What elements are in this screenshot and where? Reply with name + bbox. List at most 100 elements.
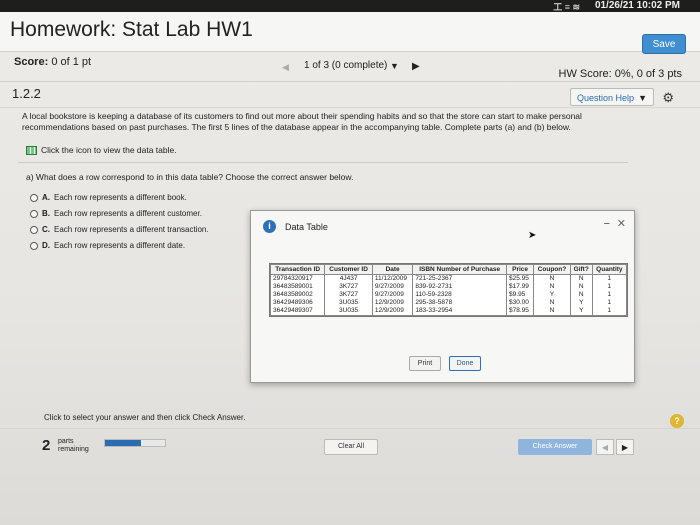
system-clock: 01/26/21 10:02 PM xyxy=(594,0,680,11)
table-row: 36483589002 3K727 9/27/2009 110-59-2328 … xyxy=(269,291,628,299)
column-header: Gift? xyxy=(569,264,593,275)
table-cell: 12/9/2009 xyxy=(371,299,414,307)
table-cell: 36483589001 xyxy=(269,283,326,291)
info-icon: i xyxy=(263,220,276,233)
progress-fill xyxy=(105,440,141,446)
parts-remaining-count: 2 xyxy=(42,437,51,454)
table-cell: 721-25-2367 xyxy=(412,274,508,283)
table-cell: 29784320917 xyxy=(269,274,326,283)
table-row: 29784320917 4J437 11/12/2009 721-25-2367… xyxy=(269,274,628,283)
table-icon[interactable] xyxy=(26,146,37,156)
question-number: 1.2.2 xyxy=(12,86,41,101)
table-cell: 36483589002 xyxy=(269,291,326,299)
parts-remaining-label: parts remaining xyxy=(58,438,89,454)
next-part-icon[interactable]: ▶ xyxy=(616,439,634,455)
column-header: Price xyxy=(506,264,535,275)
view-table-text: Click the icon to view the data table. xyxy=(41,145,177,155)
column-header: Quantity xyxy=(591,264,628,275)
dialog-title: Data Table xyxy=(285,222,328,232)
answer-option-a[interactable]: A. Each row represents a different book. xyxy=(30,193,187,202)
table-cell: 4J437 xyxy=(324,274,373,283)
table-cell: 36429489306 xyxy=(269,299,326,307)
part-a-question: a) What does a row correspond to in this… xyxy=(26,172,354,182)
print-button[interactable]: Print xyxy=(409,356,441,371)
answer-option-d[interactable]: D. Each row represents a different date. xyxy=(30,241,185,250)
table-row: 36429489306 3U035 12/9/2009 295-38-5878 … xyxy=(269,299,628,307)
table-cell: N xyxy=(569,283,593,291)
table-cell: N xyxy=(569,274,593,283)
bottom-bar: 2 parts remaining Clear All Check Answer… xyxy=(0,428,700,468)
column-header: Transaction ID xyxy=(269,264,326,275)
option-letter: B. xyxy=(42,209,50,218)
score-bar: Score: 0 of 1 pt ◀ 1 of 3 (0 complete) ▼… xyxy=(0,52,700,82)
close-icon[interactable]: ✕ xyxy=(617,217,626,230)
question-help-label: Question Help xyxy=(577,93,635,103)
clear-all-button[interactable]: Clear All xyxy=(324,439,378,455)
table-cell: 3K727 xyxy=(324,291,373,299)
question-score: Score: 0 of 1 pt xyxy=(14,56,91,68)
answer-option-c[interactable]: C. Each row represents a different transa… xyxy=(30,225,209,234)
page-title: Homework: Stat Lab HW1 xyxy=(10,18,253,41)
column-header: Date xyxy=(371,264,414,275)
table-cell: 12/9/2009 xyxy=(371,307,414,316)
prev-question-icon[interactable]: ◀ xyxy=(282,62,289,73)
table-cell: $30.00 xyxy=(506,299,535,307)
check-answer-button[interactable]: Check Answer xyxy=(518,439,592,455)
column-header: Coupon? xyxy=(533,264,571,275)
option-text: Each row represents a different date. xyxy=(54,241,186,250)
radio-button[interactable] xyxy=(30,209,38,218)
gear-icon[interactable]: ⚙ xyxy=(662,90,674,106)
table-cell: 110-59-2328 xyxy=(412,291,508,299)
table-cell: Y xyxy=(569,299,593,307)
parts-label-line1: parts xyxy=(58,438,74,445)
table-cell: 1 xyxy=(591,291,628,299)
divider xyxy=(18,162,628,163)
option-letter: A. xyxy=(42,193,50,202)
option-text: Each row represents a different transact… xyxy=(54,225,209,234)
view-table-link[interactable]: Click the icon to view the data table. xyxy=(26,145,177,156)
table-cell: 36429489307 xyxy=(269,307,326,316)
radio-button[interactable] xyxy=(30,193,38,202)
problem-text: A local bookstore is keeping a database … xyxy=(22,111,582,132)
parts-progress-bar xyxy=(104,439,166,447)
radio-button[interactable] xyxy=(30,225,38,234)
table-cell: 1 xyxy=(591,283,628,291)
table-cell: 1 xyxy=(591,299,628,307)
table-cell: 183-33-2954 xyxy=(412,307,508,316)
instruction-text: Click to select your answer and then cli… xyxy=(44,413,246,422)
table-cell: $9.95 xyxy=(506,291,535,299)
table-cell: 9/27/2009 xyxy=(371,283,414,291)
table-cell: N xyxy=(569,291,593,299)
option-letter: C. xyxy=(42,225,50,234)
question-nav-count[interactable]: 1 of 3 (0 complete) xyxy=(304,60,387,71)
table-cell: 1 xyxy=(591,307,628,316)
save-button[interactable]: Save xyxy=(642,34,686,54)
option-letter: D. xyxy=(42,241,50,250)
table-cell: Y xyxy=(533,291,571,299)
table-cell: 11/12/2009 xyxy=(371,274,414,283)
answer-option-b[interactable]: B. Each row represents a different custom… xyxy=(30,209,202,218)
table-header-row: Transaction ID Customer ID Date ISBN Num… xyxy=(269,264,628,275)
mouse-cursor-icon: ➤ xyxy=(528,230,537,241)
system-bar: 工 ≡ ≋ 01/26/21 10:02 PM xyxy=(0,0,700,12)
radio-button[interactable] xyxy=(30,241,38,250)
score-label: Score: xyxy=(14,56,49,68)
column-header: Customer ID xyxy=(324,264,373,275)
table-cell: 3K727 xyxy=(324,283,373,291)
done-button[interactable]: Done xyxy=(449,356,481,371)
help-icon[interactable]: ? xyxy=(670,414,684,428)
data-table-dialog: i Data Table − ✕ Transaction ID Customer… xyxy=(250,210,635,383)
table-cell: $17.99 xyxy=(506,283,535,291)
table-cell: 3U035 xyxy=(324,299,373,307)
next-question-icon[interactable]: ▶ xyxy=(412,61,420,72)
question-help-button[interactable]: Question Help ▼ xyxy=(570,88,654,106)
hw-score: HW Score: 0%, 0 of 3 pts xyxy=(558,68,683,80)
table-cell: 295-38-5878 xyxy=(412,299,508,307)
screen: 工 ≡ ≋ 01/26/21 10:02 PM Homework: Stat L… xyxy=(0,0,700,525)
header: Homework: Stat Lab HW1 Save xyxy=(0,12,700,54)
prev-part-icon[interactable]: ◀ xyxy=(596,439,614,455)
question-dropdown-icon[interactable]: ▼ xyxy=(390,61,399,71)
table-cell: 1 xyxy=(591,274,628,283)
table-cell: N xyxy=(533,283,571,291)
minimize-icon[interactable]: − xyxy=(604,218,610,230)
